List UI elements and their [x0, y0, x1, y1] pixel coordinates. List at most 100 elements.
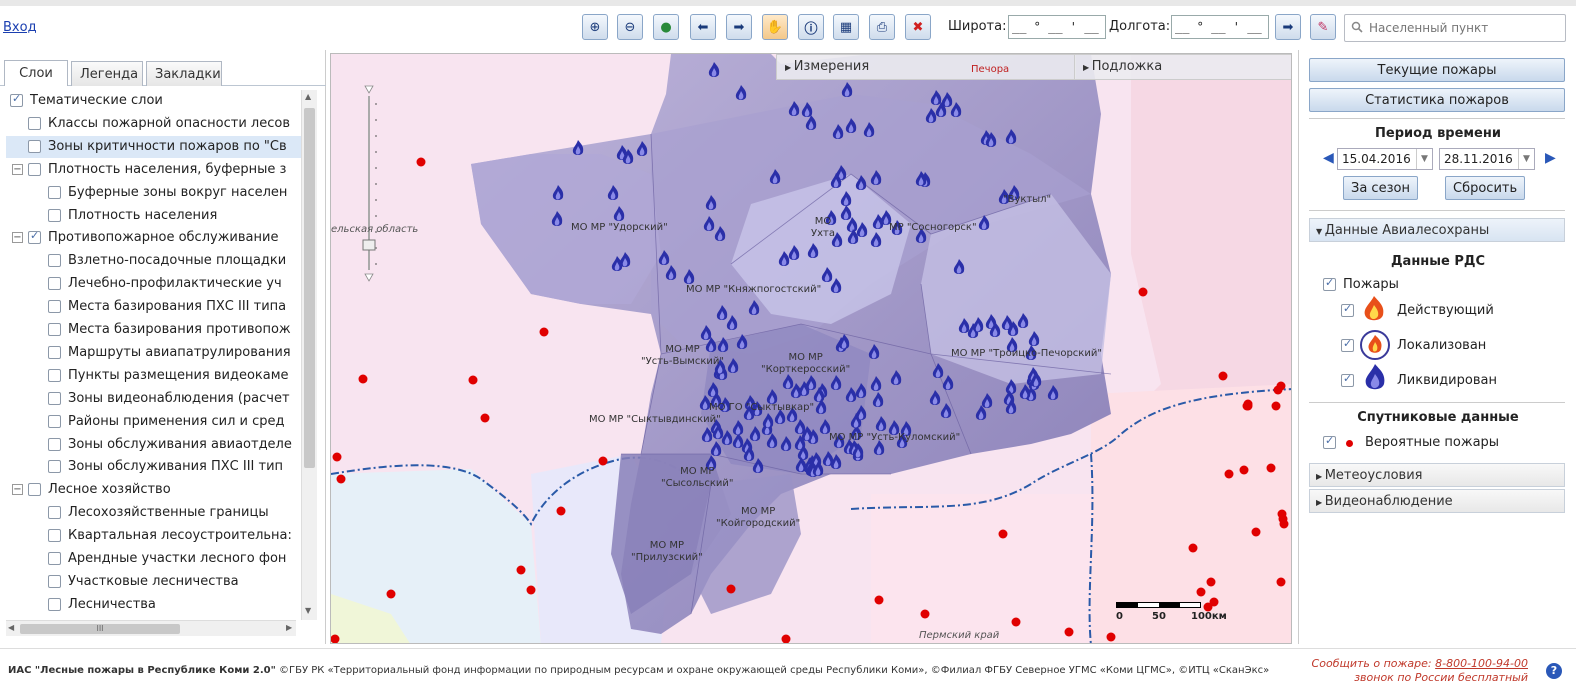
pan-button[interactable]: ✋ — [762, 14, 788, 40]
layer-row[interactable]: Участковые лесничества — [6, 571, 306, 593]
extinguished-checkbox[interactable] — [1341, 372, 1354, 387]
collapse-icon[interactable]: − — [12, 484, 23, 496]
layer-checkbox[interactable] — [48, 574, 61, 588]
date-to-input[interactable]: 28.11.2016 ▼ — [1439, 148, 1535, 170]
forward-button[interactable]: ➡ — [726, 14, 752, 40]
chevron-down-icon[interactable]: ▼ — [1518, 149, 1534, 169]
layer-checkbox[interactable] — [10, 92, 23, 107]
layer-row[interactable]: − Противопожарное обслуживание — [6, 227, 306, 249]
layer-checkbox[interactable] — [48, 597, 61, 611]
scroll-up-icon[interactable]: ▲ — [305, 92, 311, 101]
meteo-accordion[interactable]: ▶ Метеоусловия — [1309, 463, 1565, 487]
period-prev-icon[interactable]: ◀ — [1323, 150, 1334, 166]
layer-checkbox[interactable] — [48, 345, 61, 359]
probable-fire-marker[interactable] — [1138, 287, 1148, 297]
probable-fire-marker[interactable] — [1206, 577, 1216, 587]
probable-fire-marker[interactable] — [556, 506, 566, 516]
zoom-out-button[interactable]: ⊖ — [617, 14, 643, 40]
layer-row[interactable]: Плотность населения — [6, 205, 306, 227]
scroll-left-icon[interactable]: ◀ — [8, 623, 14, 632]
date-from-input[interactable]: 15.04.2016 ▼ — [1337, 148, 1433, 170]
scroll-down-icon[interactable]: ▼ — [305, 606, 311, 615]
measurements-tab[interactable]: ▶ Измерения — [776, 54, 1076, 80]
layer-row[interactable]: Зоны обслуживания авиаотделе — [6, 434, 306, 456]
period-next-icon[interactable]: ▶ — [1545, 150, 1556, 166]
probable-fire-marker[interactable] — [598, 456, 608, 466]
zoom-down-icon[interactable] — [364, 273, 374, 282]
layer-row[interactable]: Лечебно-профилактические уч — [6, 273, 306, 295]
zoom-slider[interactable] — [361, 84, 377, 284]
latitude-input[interactable]: __ ° __ ' __ " — [1008, 15, 1106, 39]
probable-fire-marker[interactable] — [468, 375, 478, 385]
layer-row[interactable]: Квартальная лесоустроительна: — [6, 525, 306, 547]
layer-checkbox[interactable] — [48, 185, 61, 199]
tree-vertical-thumb[interactable] — [304, 108, 315, 468]
globe-button[interactable]: ● — [653, 14, 679, 40]
layer-row[interactable]: Классы пожарной опасности лесов — [6, 113, 306, 135]
zoom-up-icon[interactable] — [364, 85, 374, 94]
layer-checkbox[interactable] — [28, 116, 41, 130]
scroll-right-icon[interactable]: ▶ — [286, 623, 292, 632]
layer-row[interactable]: −Тематические слои — [6, 90, 306, 112]
layer-checkbox[interactable] — [48, 506, 61, 520]
layer-checkbox[interactable] — [28, 162, 41, 176]
settlement-search[interactable] — [1344, 14, 1566, 42]
probable-fire-marker[interactable] — [1276, 577, 1286, 587]
probable-fire-marker[interactable] — [1011, 617, 1021, 627]
layer-checkbox[interactable] — [48, 391, 61, 405]
layer-checkbox[interactable] — [28, 483, 41, 497]
probable-fire-marker[interactable] — [1224, 469, 1234, 479]
eraser-button[interactable]: ✎ — [1310, 14, 1336, 40]
probable-fire-marker[interactable] — [998, 529, 1008, 539]
layer-row[interactable]: Лесохозяйственные границы — [6, 502, 306, 524]
chevron-down-icon[interactable]: ▼ — [1416, 149, 1432, 169]
layer-row[interactable]: Районы применения сил и сред — [6, 411, 306, 433]
probable-fire-marker[interactable] — [1239, 465, 1249, 475]
probable-fire-marker[interactable] — [516, 565, 526, 575]
probable-fire-marker[interactable] — [874, 595, 884, 605]
tab-bookmarks[interactable]: Закладки — [146, 61, 222, 86]
layer-checkbox[interactable] — [28, 139, 41, 153]
tree-horizontal-thumb[interactable]: III — [20, 624, 180, 634]
probable-fire-marker[interactable] — [1279, 519, 1289, 529]
avialesokhrana-accordion[interactable]: ▼ Данные Авиалесохраны — [1309, 218, 1565, 242]
probable-checkbox[interactable] — [1323, 434, 1336, 449]
back-button[interactable]: ⬅ — [690, 14, 716, 40]
layer-checkbox[interactable] — [48, 208, 61, 222]
measure-button[interactable]: ▦ — [833, 14, 859, 40]
fire-stats-button[interactable]: Статистика пожаров — [1309, 88, 1565, 112]
layer-checkbox[interactable] — [48, 368, 61, 382]
probable-fire-marker[interactable] — [480, 413, 490, 423]
layer-checkbox[interactable] — [48, 552, 61, 565]
tab-layers[interactable]: Слои — [4, 60, 68, 86]
probable-fire-marker[interactable] — [1273, 385, 1283, 395]
layer-row[interactable]: Места базирования противопож — [6, 319, 306, 341]
print-button[interactable]: ⎙ — [869, 14, 895, 40]
layer-checkbox[interactable] — [48, 323, 61, 336]
reset-button[interactable]: Сбросить — [1445, 176, 1526, 200]
layer-row[interactable]: Взлетно-посадочные площадки — [6, 250, 306, 272]
probable-fire-marker[interactable] — [332, 452, 342, 462]
probable-fire-marker[interactable] — [726, 584, 736, 594]
map-view[interactable]: ▶ Измерения ▶ Подложка МО МР "Удорский" М… — [330, 53, 1292, 644]
layer-row[interactable]: Зоны обслуживания ПХС III тип — [6, 456, 306, 478]
probable-fire-marker[interactable] — [920, 609, 930, 619]
longitude-input[interactable]: __ ° __ ' __ " — [1171, 15, 1269, 39]
collapse-icon[interactable]: − — [12, 232, 23, 244]
layer-row[interactable]: − Лесное хозяйство — [6, 479, 306, 501]
current-fires-button[interactable]: Текущие пожары — [1309, 58, 1565, 82]
hotline-link[interactable]: 8-800-100-94-00 — [1435, 657, 1528, 670]
layer-row[interactable]: Маршруты авиапатрулирования — [6, 342, 306, 364]
layer-checkbox[interactable] — [48, 414, 61, 428]
layer-checkbox[interactable] — [28, 229, 41, 245]
layer-row[interactable]: Зоны видеонаблюдения (расчет — [6, 388, 306, 410]
probable-fire-marker[interactable] — [1242, 401, 1252, 411]
help-icon[interactable]: ? — [1546, 663, 1562, 679]
layer-row[interactable]: Буферные зоны вокруг населен — [6, 182, 306, 204]
probable-fire-marker[interactable] — [1106, 632, 1116, 642]
probable-fire-marker[interactable] — [416, 157, 426, 167]
probable-fire-marker[interactable] — [1218, 371, 1228, 381]
active-checkbox[interactable] — [1341, 302, 1354, 317]
tree-horizontal-scrollbar[interactable]: ◀ III ▶ — [6, 620, 296, 636]
tree-vertical-scrollbar[interactable]: ▲ ▼ — [301, 90, 317, 620]
